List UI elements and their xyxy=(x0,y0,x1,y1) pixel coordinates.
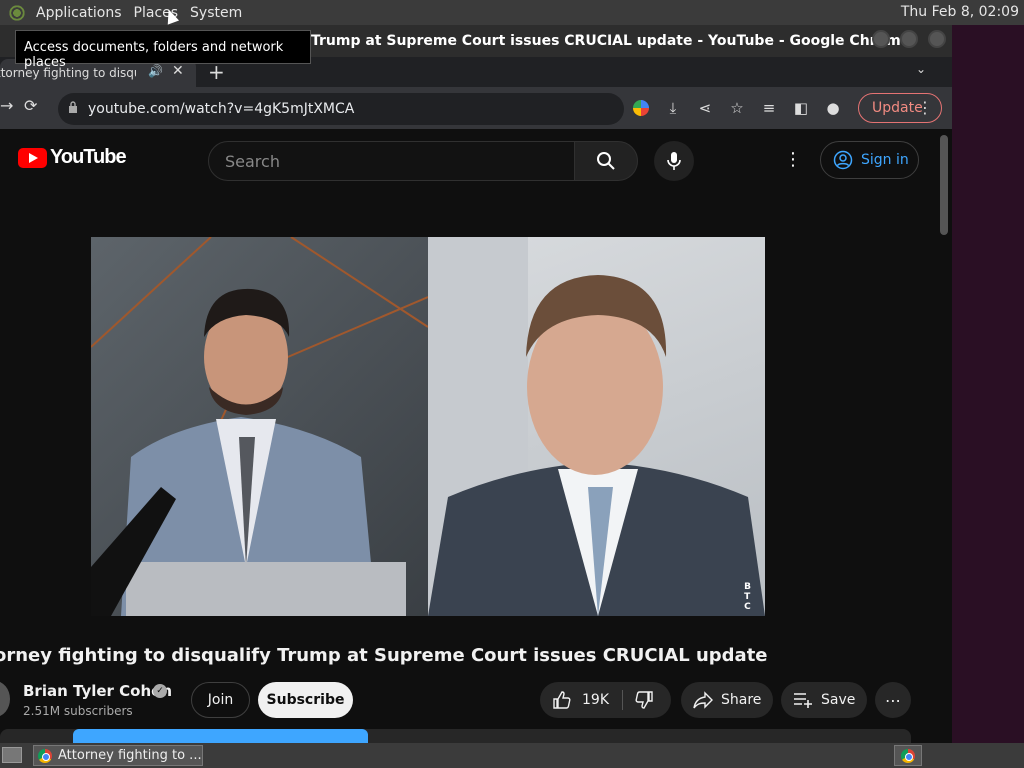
chrome-icon xyxy=(38,748,52,763)
settings-menu-icon[interactable]: ⋮ xyxy=(784,149,802,170)
lock-icon[interactable] xyxy=(68,101,78,113)
install-icon[interactable]: ⤓ xyxy=(660,95,686,121)
microphone-icon xyxy=(667,152,681,170)
vertical-scroll-thumb[interactable] xyxy=(940,135,948,235)
address-bar[interactable]: youtube.com/watch?v=4gK5mJtXMCA xyxy=(58,93,624,125)
share-arrow-icon xyxy=(693,691,713,709)
watermark-letter: C xyxy=(744,602,751,612)
verified-check-icon: ✓ xyxy=(153,684,167,698)
like-count: 19K xyxy=(582,692,609,708)
youtube-header: YouTube Search ⋮ Sign in xyxy=(0,129,935,185)
reload-icon[interactable]: ⟳ xyxy=(24,96,37,115)
minimize-icon[interactable] xyxy=(872,30,890,48)
save-button[interactable]: Save xyxy=(781,682,867,718)
share-button[interactable]: Share xyxy=(681,682,773,718)
add-to-playlist-icon xyxy=(794,693,812,708)
youtube-logo[interactable]: YouTube xyxy=(18,146,127,169)
tab-title: ttorney fighting to disqu xyxy=(0,66,136,80)
video-title: orney fighting to disqualify Trump at Su… xyxy=(0,645,768,666)
vertical-scrollbar[interactable] xyxy=(937,129,952,743)
top-panel: Applications Places System Thu Feb 8, 02… xyxy=(0,0,1024,25)
search-button[interactable] xyxy=(574,141,638,181)
like-button[interactable]: 19K xyxy=(552,690,609,710)
thumbs-up-icon xyxy=(553,691,571,709)
channel-row: Brian Tyler Cohen ✓ 2.51M subscribers Jo… xyxy=(0,681,935,721)
window-title: Trump at Supreme Court issues CRUCIAL up… xyxy=(311,33,911,49)
sign-in-button[interactable]: Sign in xyxy=(820,141,919,179)
like-dislike-group: 19K xyxy=(540,682,671,718)
share-label: Share xyxy=(721,692,762,708)
panel-menu: Applications Places System xyxy=(30,0,248,25)
window-controls xyxy=(872,30,946,48)
side-panel-icon[interactable]: ◧ xyxy=(788,95,814,121)
maximize-icon[interactable] xyxy=(900,30,918,48)
taskbar-item-label: Attorney fighting to ... xyxy=(58,748,202,763)
back-arrow-icon[interactable]: → xyxy=(0,96,13,115)
show-desktop-icon[interactable] xyxy=(2,747,22,763)
close-window-icon[interactable] xyxy=(928,30,946,48)
applications-menu[interactable]: Applications xyxy=(30,5,128,21)
subscriber-count: 2.51M subscribers xyxy=(23,704,133,718)
more-actions-icon[interactable]: ⋯ xyxy=(875,682,911,718)
dislike-button[interactable] xyxy=(634,690,654,714)
gnome-foot-icon[interactable] xyxy=(8,3,26,22)
system-menu[interactable]: System xyxy=(184,5,248,21)
tab-search-icon[interactable]: ⌄ xyxy=(916,62,926,76)
like-divider xyxy=(622,690,623,710)
video-player[interactable]: B T C xyxy=(91,237,765,616)
video-right-speaker xyxy=(428,237,765,616)
watermark-letter: T xyxy=(744,592,751,602)
channel-name[interactable]: Brian Tyler Cohen xyxy=(23,682,172,700)
tab-close-icon[interactable]: ✕ xyxy=(172,63,184,79)
chrome-icon xyxy=(901,748,915,763)
media-queue-icon[interactable]: ≡ xyxy=(756,95,782,121)
watermark-letter: B xyxy=(744,582,751,592)
toolbar-icons: ⤓ ⋖ ☆ ≡ ◧ ● xyxy=(628,95,846,121)
search-icon xyxy=(597,152,615,170)
browser-toolbar: → ⟳ youtube.com/watch?v=4gK5mJtXMCA ⤓ ⋖ … xyxy=(0,87,952,129)
google-lens-icon[interactable] xyxy=(628,95,654,121)
chrome-menu-icon[interactable]: ⋮ xyxy=(917,98,933,117)
host-figure xyxy=(91,237,429,616)
update-label: Update xyxy=(872,100,923,116)
youtube-play-icon xyxy=(18,147,47,168)
tray-chrome-icon[interactable] xyxy=(894,745,922,766)
chrome-window: Trump at Supreme Court issues CRUCIAL up… xyxy=(0,25,952,768)
bookmark-star-icon[interactable]: ☆ xyxy=(724,95,750,121)
thumbs-down-icon xyxy=(635,691,653,709)
save-label: Save xyxy=(821,692,856,708)
voice-search-button[interactable] xyxy=(654,141,694,181)
places-tooltip: Access documents, folders and network pl… xyxy=(15,30,311,70)
youtube-page: YouTube Search ⋮ Sign in B T C orney fig… xyxy=(0,129,952,743)
channel-avatar[interactable] xyxy=(0,681,10,717)
account-icon xyxy=(833,150,853,170)
description-highlight xyxy=(73,729,368,743)
share-page-icon[interactable]: ⋖ xyxy=(692,95,718,121)
clock[interactable]: Thu Feb 8, 02:09 xyxy=(901,4,1019,20)
youtube-wordmark: YouTube xyxy=(50,146,127,168)
video-left-speaker xyxy=(91,237,429,616)
url-text: youtube.com/watch?v=4gK5mJtXMCA xyxy=(88,101,355,117)
join-button[interactable]: Join xyxy=(191,682,250,718)
channel-watermark: B T C xyxy=(744,582,751,612)
subscribe-button[interactable]: Subscribe xyxy=(258,682,353,718)
profile-icon[interactable]: ● xyxy=(820,95,846,121)
sign-in-label: Sign in xyxy=(861,152,909,168)
audio-playing-icon[interactable]: 🔊 xyxy=(148,64,163,78)
bottom-panel: Attorney fighting to ... xyxy=(0,743,1024,768)
search-input[interactable]: Search xyxy=(208,141,575,181)
update-button[interactable]: Update ⋮ xyxy=(858,93,942,123)
guest-figure xyxy=(428,237,765,616)
taskbar-item-chrome[interactable]: Attorney fighting to ... xyxy=(33,745,203,766)
